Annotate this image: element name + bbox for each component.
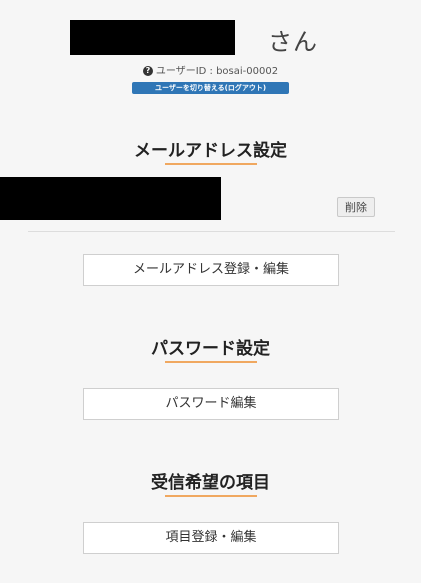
email-title-underline [165, 163, 257, 165]
help-circle-icon[interactable]: ? [142, 66, 153, 76]
subscription-section-title: 受信希望の項目 [151, 473, 270, 493]
password-edit-button[interactable]: パスワード編集 [83, 388, 339, 420]
subscription-edit-button[interactable]: 項目登録・編集 [83, 522, 339, 554]
user-name-heading: さん [0, 22, 421, 57]
email-divider [28, 231, 395, 232]
email-section-title: メールアドレス設定 [134, 141, 287, 161]
subscription-title-underline [165, 495, 257, 497]
password-title-underline [165, 361, 257, 363]
user-id-text: ユーザーID : bosai-00002 [155, 66, 279, 77]
user-id-row: ? ユーザーID : bosai-00002 [0, 62, 421, 77]
password-section-title: パスワード設定 [151, 339, 270, 359]
email-register-edit-button[interactable]: メールアドレス登録・編集 [83, 254, 339, 286]
redacted-email-address [0, 177, 221, 220]
switch-user-logout-link[interactable]: ユーザーを切り替える(ログアウト) [132, 82, 289, 94]
delete-email-button[interactable]: 削除 [337, 197, 375, 217]
user-name-suffix: さん [268, 28, 318, 56]
